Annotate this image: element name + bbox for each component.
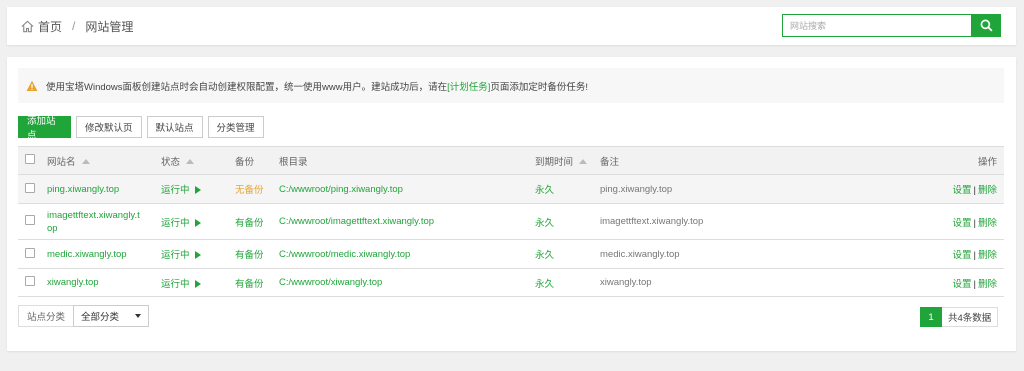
site-name-link[interactable]: imagettftext.xiwangly.t op <box>47 203 161 240</box>
default-site-button[interactable]: 默认站点 <box>146 116 203 138</box>
expire-date[interactable]: 永久 <box>535 174 600 204</box>
breadcrumb: 首页 / 网站管理 <box>20 18 133 34</box>
table-row: medic.xiwangly.top 运行中 有备份 C:/wwwroot/me… <box>18 239 1004 269</box>
column-root: 根目录 <box>279 146 535 175</box>
delete-link[interactable]: 删除 <box>978 218 997 229</box>
root-path-link[interactable]: C:/wwwroot/medic.xiwangly.top <box>279 239 535 269</box>
expire-date[interactable]: 永久 <box>535 203 600 240</box>
row-checkbox[interactable] <box>25 182 35 193</box>
schedule-task-link[interactable]: [计划任务] <box>447 79 490 93</box>
breadcrumb-separator: / <box>72 19 76 33</box>
page-total: 共4条数据 <box>942 307 999 327</box>
expire-date[interactable]: 永久 <box>535 268 600 297</box>
notice-text: 使用宝塔Windows面板创建站点时会自动创建权限配置，统一使用www用户。建站… <box>46 81 448 93</box>
backup-status[interactable]: 有备份 <box>235 203 279 240</box>
sort-icon <box>81 158 90 164</box>
expire-date[interactable]: 永久 <box>535 239 600 269</box>
site-status[interactable]: 运行中 <box>161 174 235 204</box>
site-search <box>782 14 1002 37</box>
search-button[interactable] <box>971 14 1001 37</box>
remark[interactable]: ping.xiwangly.top <box>600 174 880 204</box>
backup-status[interactable]: 有备份 <box>235 239 279 269</box>
remark[interactable]: xiwangly.top <box>600 268 880 297</box>
settings-link[interactable]: 设置 <box>953 250 972 261</box>
delete-link[interactable]: 删除 <box>978 279 997 290</box>
row-actions: 设置 | 删除 <box>880 203 1004 240</box>
site-table: 网站名 状态 备份 根目录 到期时间 备注 操作 ping.xiwangly.t… <box>18 146 1004 297</box>
table-row: imagettftext.xiwangly.t op 运行中 有备份 C:/www… <box>18 203 1004 240</box>
remark[interactable]: imagettftext.xiwangly.top <box>600 203 880 240</box>
search-input[interactable] <box>782 14 971 37</box>
notice-text-end: 页面添加定时备份任务! <box>490 81 589 93</box>
column-status[interactable]: 状态 <box>161 146 235 175</box>
pagination: 1 共4条数据 <box>920 307 999 327</box>
table-row: ping.xiwangly.top 运行中 无备份 C:/wwwroot/pin… <box>18 174 1004 204</box>
row-checkbox[interactable] <box>25 276 35 286</box>
edit-default-page-button[interactable]: 修改默认页 <box>76 116 142 138</box>
row-actions: 设置 | 删除 <box>880 239 1004 269</box>
column-backup: 备份 <box>235 146 279 175</box>
category-select[interactable]: 全部分类 <box>73 305 150 327</box>
site-status[interactable]: 运行中 <box>161 239 235 269</box>
play-icon <box>194 218 201 227</box>
settings-link[interactable]: 设置 <box>953 185 972 196</box>
backup-status[interactable]: 有备份 <box>235 268 279 297</box>
play-icon <box>194 251 201 259</box>
settings-link[interactable]: 设置 <box>953 218 972 229</box>
breadcrumb-home[interactable]: 首页 <box>38 18 62 35</box>
row-checkbox[interactable] <box>25 247 35 258</box>
settings-link[interactable]: 设置 <box>953 279 972 290</box>
category-manage-button[interactable]: 分类管理 <box>207 116 264 138</box>
table-row: xiwangly.top 运行中 有备份 C:/wwwroot/xiwangly… <box>18 268 1004 297</box>
warning-icon <box>26 80 38 91</box>
notice-banner: 使用宝塔Windows面板创建站点时会自动创建权限配置，统一使用www用户。建站… <box>18 68 1004 103</box>
site-status[interactable]: 运行中 <box>161 203 235 240</box>
breadcrumb-current: 网站管理 <box>85 19 134 34</box>
site-name-link[interactable]: medic.xiwangly.top <box>47 239 161 269</box>
category-filter-label: 站点分类 <box>18 305 74 327</box>
row-actions: 设置 | 删除 <box>880 174 1004 204</box>
site-name-link[interactable]: ping.xiwangly.top <box>47 174 161 204</box>
site-panel: 使用宝塔Windows面板创建站点时会自动创建权限配置，统一使用www用户。建站… <box>7 57 1016 351</box>
remark[interactable]: medic.xiwangly.top <box>600 239 880 269</box>
toolbar: 添加站点 修改默认页 默认站点 分类管理 <box>18 116 264 141</box>
category-filter: 站点分类 全部分类 <box>18 305 150 327</box>
column-remark: 备注 <box>600 146 880 175</box>
add-site-button[interactable]: 添加站点 <box>18 116 71 141</box>
root-path-link[interactable]: C:/wwwroot/ping.xiwangly.top <box>279 174 535 204</box>
delete-link[interactable]: 删除 <box>978 250 997 261</box>
column-expire[interactable]: 到期时间 <box>535 146 600 175</box>
play-icon <box>194 279 201 288</box>
row-actions: 设置 | 删除 <box>880 268 1004 297</box>
site-status[interactable]: 运行中 <box>161 268 235 297</box>
root-path-link[interactable]: C:/wwwroot/imagettftext.xiwangly.top <box>279 203 535 240</box>
backup-status[interactable]: 无备份 <box>235 174 279 204</box>
select-all-checkbox[interactable] <box>25 154 35 164</box>
search-icon <box>980 19 993 32</box>
column-actions: 操作 <box>880 146 1004 175</box>
column-name[interactable]: 网站名 <box>47 146 161 175</box>
site-name-link[interactable]: xiwangly.top <box>47 268 161 297</box>
table-header: 网站名 状态 备份 根目录 到期时间 备注 操作 <box>18 146 1004 175</box>
sort-icon <box>579 158 588 164</box>
chevron-down-icon <box>135 314 142 318</box>
sort-icon <box>186 158 195 164</box>
page-current[interactable]: 1 <box>920 307 942 327</box>
top-bar: 首页 / 网站管理 <box>7 7 1016 45</box>
home-icon[interactable] <box>20 19 35 34</box>
row-checkbox[interactable] <box>25 215 35 225</box>
play-icon <box>194 186 201 194</box>
root-path-link[interactable]: C:/wwwroot/xiwangly.top <box>279 268 535 297</box>
delete-link[interactable]: 删除 <box>978 185 997 196</box>
category-select-value: 全部分类 <box>81 312 120 323</box>
